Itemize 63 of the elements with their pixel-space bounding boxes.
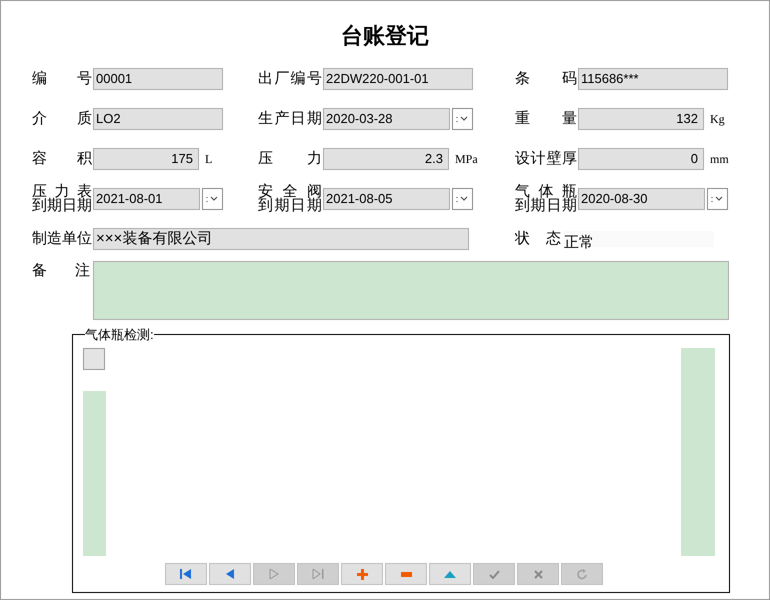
dropdown-arrow-icon — [456, 194, 470, 204]
navigator-button[interactable] — [385, 563, 427, 585]
navigator-button[interactable] — [209, 563, 251, 585]
field-label: 压力表 — [32, 185, 92, 198]
field-label: 压力 — [258, 149, 322, 169]
close-icon — [534, 570, 542, 578]
unit-label: Kg — [710, 111, 725, 128]
date-field[interactable]: 2021-08-05 — [323, 188, 450, 210]
number-field[interactable]: 132 — [578, 108, 704, 130]
small-button[interactable] — [83, 348, 105, 370]
up-triangle-icon — [444, 570, 456, 578]
text-field[interactable]: 115686*** — [578, 68, 728, 90]
unit-label: MPa — [455, 151, 478, 168]
field-label: 制造单位 — [32, 229, 92, 249]
dropdown-arrow-icon — [456, 114, 470, 124]
dropdown-arrow-icon — [206, 194, 220, 204]
field-label: 到期日期 — [32, 198, 92, 213]
date-field[interactable]: 2020-08-30 — [578, 188, 705, 210]
number-field[interactable]: 175 — [93, 148, 199, 170]
field-label: 到期日期 — [515, 198, 577, 213]
dropdown-button[interactable] — [707, 188, 728, 210]
group-caption: 气体瓶检测: — [85, 327, 154, 342]
field-label: 重量 — [515, 109, 577, 129]
number-field[interactable]: 2.3 — [323, 148, 449, 170]
dropdown-button[interactable] — [452, 188, 473, 210]
remark-field[interactable] — [93, 261, 729, 320]
field-label: 气体瓶 — [515, 185, 577, 198]
field-label: 生产日期 — [258, 109, 322, 129]
field-label: 编号 — [32, 69, 92, 89]
date-field[interactable]: 2021-08-01 — [93, 188, 200, 210]
text-field[interactable]: ×××装备有限公司 — [93, 228, 469, 250]
refresh-icon — [576, 568, 588, 580]
minus-icon — [400, 572, 412, 576]
dropdown-button[interactable] — [452, 108, 473, 130]
field-label: 设计壁厚 — [515, 149, 577, 169]
date-field[interactable]: 2020-03-28 — [323, 108, 450, 130]
navigator-button[interactable] — [429, 563, 471, 585]
field-label: 备注 — [32, 261, 90, 281]
dropdown-arrow-icon — [710, 194, 724, 204]
next-record-icon — [269, 569, 279, 579]
dropdown-button[interactable] — [202, 188, 223, 210]
first-record-icon — [180, 569, 192, 579]
plus-icon — [356, 568, 368, 580]
number-field[interactable]: 0 — [578, 148, 704, 170]
field-label: 条码 — [515, 69, 577, 89]
field-label: 安全阀 — [258, 185, 322, 198]
previous-record-icon — [225, 569, 235, 579]
checkmark-icon — [488, 570, 500, 578]
field-label: 状态 — [515, 229, 561, 249]
field-label: 到期日期 — [258, 198, 322, 213]
text-field[interactable]: 00001 — [93, 68, 223, 90]
text-field[interactable]: LO2 — [93, 108, 223, 130]
navigator-button[interactable] — [341, 563, 383, 585]
unit-label: L — [205, 151, 212, 168]
field-label: 容积 — [32, 149, 92, 169]
status-value: 正常 — [564, 234, 594, 251]
last-record-icon — [312, 569, 324, 579]
field-label: 出厂编号 — [258, 69, 322, 89]
field-label: 介质 — [32, 109, 92, 129]
unit-label: mm — [710, 151, 729, 168]
form-title: 台账登记 — [341, 22, 429, 51]
navigator-button[interactable] — [165, 563, 207, 585]
text-field[interactable]: 22DW220-001-01 — [323, 68, 473, 90]
